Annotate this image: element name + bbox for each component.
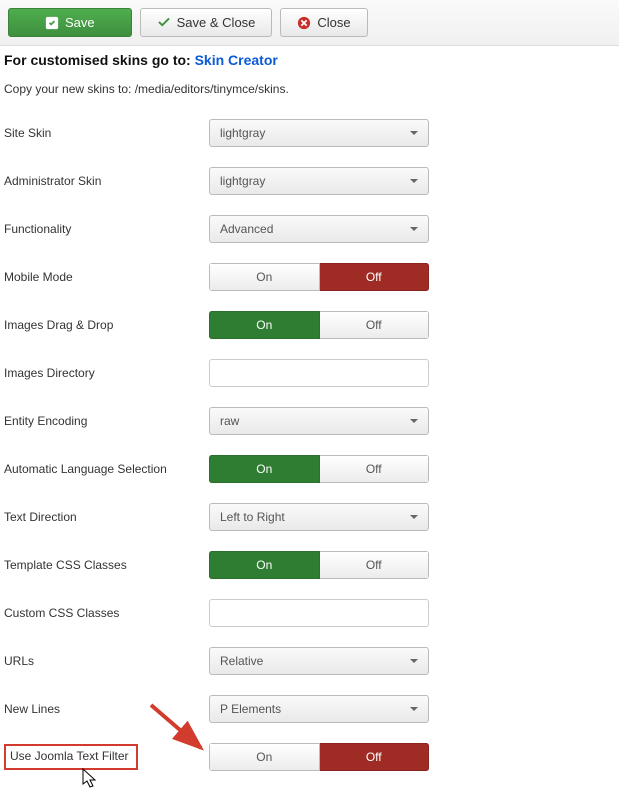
label-auto-lang: Automatic Language Selection — [4, 462, 209, 476]
label-site-skin: Site Skin — [4, 126, 209, 140]
toggle-dragdrop-on[interactable]: On — [209, 311, 320, 339]
label-functionality: Functionality — [4, 222, 209, 236]
toggle-templatecss-off[interactable]: Off — [320, 551, 430, 579]
select-text-direction[interactable]: Left to Right — [209, 503, 429, 531]
select-site-skin[interactable]: lightgray — [209, 119, 429, 147]
save-button[interactable]: Save — [8, 8, 132, 37]
skin-creator-link[interactable]: Skin Creator — [195, 52, 278, 68]
copy-path-text: Copy your new skins to: /media/editors/t… — [4, 82, 607, 96]
toolbar: Save Save & Close Close — [0, 0, 619, 46]
select-new-lines[interactable]: P Elements — [209, 695, 429, 723]
content: For customised skins go to: Skin Creator… — [0, 52, 619, 808]
toggle-dragdrop-off[interactable]: Off — [320, 311, 430, 339]
close-icon — [297, 16, 311, 30]
label-new-lines: New Lines — [4, 702, 209, 716]
label-admin-skin: Administrator Skin — [4, 174, 209, 188]
save-close-label: Save & Close — [177, 15, 256, 30]
label-template-css: Template CSS Classes — [4, 558, 209, 572]
toggle-auto-lang: On Off — [209, 455, 429, 483]
label-images-directory: Images Directory — [4, 366, 209, 380]
toggle-joomla-on[interactable]: On — [209, 743, 320, 771]
label-mobile-mode: Mobile Mode — [4, 270, 209, 284]
toggle-templatecss-on[interactable]: On — [209, 551, 320, 579]
toggle-joomla-off[interactable]: Off — [320, 743, 430, 771]
toggle-joomla-filter: On Off — [209, 743, 429, 771]
label-custom-css: Custom CSS Classes — [4, 606, 209, 620]
highlight-joomla-filter: Use Joomla Text Filter — [4, 744, 138, 770]
label-urls: URLs — [4, 654, 209, 668]
toggle-mobile-mode: On Off — [209, 263, 429, 291]
toggle-mobile-on[interactable]: On — [209, 263, 320, 291]
close-button[interactable]: Close — [280, 8, 367, 37]
input-custom-css[interactable] — [209, 599, 429, 627]
select-entity-encoding[interactable]: raw — [209, 407, 429, 435]
save-close-button[interactable]: Save & Close — [140, 8, 273, 37]
label-entity-encoding: Entity Encoding — [4, 414, 209, 428]
check-icon — [157, 16, 171, 30]
toggle-mobile-off[interactable]: Off — [320, 263, 430, 291]
label-text-direction: Text Direction — [4, 510, 209, 524]
input-images-directory[interactable] — [209, 359, 429, 387]
close-label: Close — [317, 15, 350, 30]
label-joomla-filter: Use Joomla Text Filter — [4, 744, 209, 770]
cursor-icon — [82, 768, 100, 790]
toggle-images-dragdrop: On Off — [209, 311, 429, 339]
label-images-dragdrop: Images Drag & Drop — [4, 318, 209, 332]
heading: For customised skins go to: Skin Creator — [4, 52, 607, 68]
select-admin-skin[interactable]: lightgray — [209, 167, 429, 195]
select-urls[interactable]: Relative — [209, 647, 429, 675]
apply-icon — [45, 16, 59, 30]
toggle-autolang-on[interactable]: On — [209, 455, 320, 483]
select-functionality[interactable]: Advanced — [209, 215, 429, 243]
toggle-template-css: On Off — [209, 551, 429, 579]
save-label: Save — [65, 15, 95, 30]
toggle-autolang-off[interactable]: Off — [320, 455, 430, 483]
heading-prefix: For customised skins go to: — [4, 52, 191, 68]
